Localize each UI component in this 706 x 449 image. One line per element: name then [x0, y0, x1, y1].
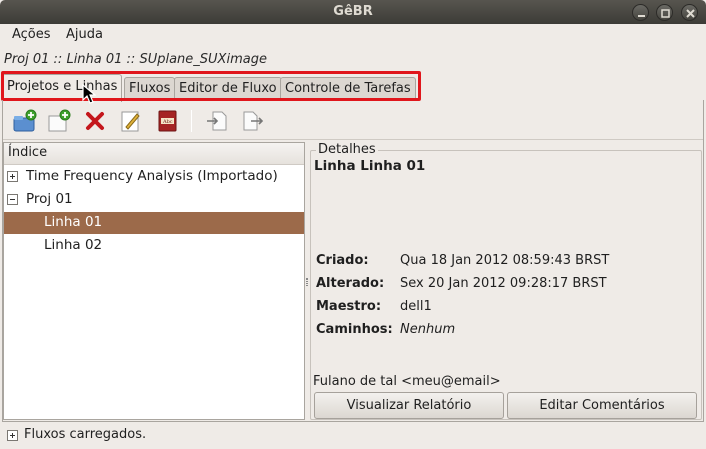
tab-fluxos[interactable]: Fluxos [124, 77, 176, 101]
title-bar: GêBR [0, 0, 706, 24]
maximize-button[interactable] [656, 4, 673, 21]
mouse-pointer-icon [82, 84, 96, 104]
expand-icon[interactable] [7, 171, 18, 182]
close-button[interactable] [681, 4, 698, 21]
toolbar: Abc [3, 102, 703, 140]
info-value: Sex 20 Jan 2012 09:28:17 BRST [400, 276, 607, 291]
author-text: Fulano de tal <meu@email> [313, 374, 501, 389]
tree-row-label: Linha 01 [44, 214, 103, 230]
tree-row[interactable]: Linha 02 [4, 235, 304, 257]
window-title: GêBR [333, 4, 373, 19]
import-icon [207, 111, 227, 131]
tree-header[interactable]: Índice [4, 143, 304, 165]
tab-projetos-e-linhas[interactable]: Projetos e Linhas [2, 74, 123, 102]
status-bar: Fluxos carregados. [0, 424, 706, 449]
export-button[interactable] [239, 107, 267, 135]
tab-editor-de-fluxo[interactable]: Editor de Fluxo [174, 77, 282, 101]
tree-row[interactable]: Proj 01 [4, 189, 304, 211]
expand-icon[interactable] [7, 430, 18, 441]
minimize-button[interactable] [632, 4, 649, 21]
project-tree: Índice Time Frequency Analysis (Importad… [3, 142, 305, 420]
tree-row-label: Linha 02 [44, 237, 103, 253]
menu-ajuda[interactable]: Ajuda [66, 27, 103, 42]
tree-row-label: Proj 01 [26, 191, 73, 207]
grip-icon [306, 278, 308, 286]
svg-text:Abc: Abc [162, 119, 173, 125]
dictionary-button[interactable]: Abc [153, 107, 181, 135]
info-label: Alterado: [316, 276, 385, 291]
tree-row-label: Time Frequency Analysis (Importado) [26, 168, 278, 184]
new-line-button[interactable] [45, 107, 73, 135]
toolbar-separator [191, 110, 192, 132]
status-text: Fluxos carregados. [24, 427, 147, 442]
menu-acoes[interactable]: Ações [12, 27, 51, 42]
tree-row-selected[interactable]: Linha 01 [4, 212, 304, 234]
minimize-icon [638, 15, 645, 17]
export-icon [243, 111, 264, 131]
maximize-icon [661, 9, 670, 18]
breadcrumb: Proj 01 :: Linha 01 :: SUplane_SUXimage [4, 52, 267, 67]
details-legend: Detalhes [316, 142, 378, 157]
tree-row[interactable]: Time Frequency Analysis (Importado) [4, 166, 304, 188]
collapse-icon[interactable] [7, 194, 18, 205]
info-label: Criado: [316, 253, 369, 268]
tab-controle-de-tarefas[interactable]: Controle de Tarefas [280, 77, 416, 101]
details-title: Linha Linha 01 [314, 158, 426, 174]
close-icon [686, 9, 695, 18]
info-label: Maestro: [316, 299, 382, 314]
edit-comments-button[interactable]: Editar Comentários [507, 392, 697, 419]
info-value: dell1 [400, 299, 432, 314]
new-project-button[interactable] [11, 107, 39, 135]
import-button[interactable] [203, 107, 231, 135]
dictionary-icon: Abc [158, 110, 177, 132]
menu-bar: Ações Ajuda [0, 24, 706, 48]
info-value: Qua 18 Jan 2012 08:59:43 BRST [400, 253, 610, 268]
new-project-icon [13, 109, 37, 132]
delete-icon [86, 112, 104, 130]
info-value: Nenhum [400, 322, 456, 337]
edit-properties-icon [121, 111, 140, 132]
new-line-icon [48, 109, 71, 132]
info-label: Caminhos: [316, 322, 393, 337]
view-report-button[interactable]: Visualizar Relatório [314, 392, 504, 419]
delete-button[interactable] [81, 107, 109, 135]
edit-properties-button[interactable] [117, 107, 145, 135]
